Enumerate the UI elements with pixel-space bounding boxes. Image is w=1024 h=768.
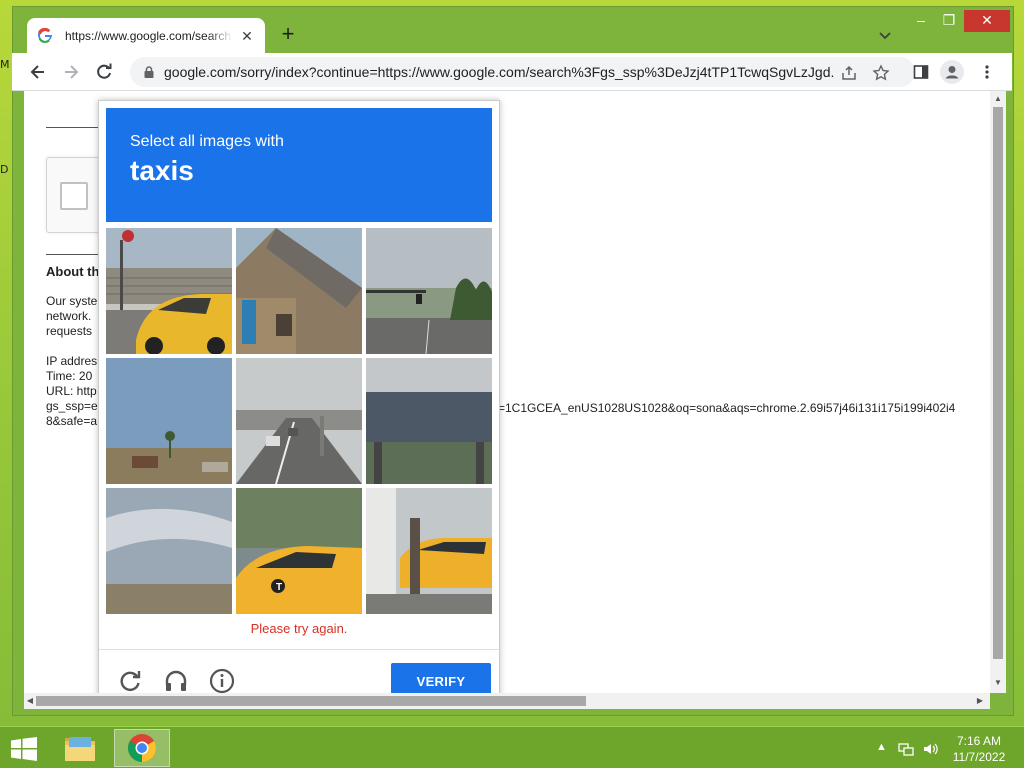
desktop-icon-edge[interactable]: M [0,58,9,72]
scroll-right-arrow-icon[interactable]: ▶ [974,695,986,707]
captcha-tile-4[interactable] [106,358,232,484]
recaptcha-checkbox[interactable] [60,182,88,210]
captcha-tile-2[interactable] [236,228,362,354]
forward-button[interactable] [61,62,81,82]
share-icon[interactable] [840,64,858,82]
file-explorer-icon[interactable] [52,729,108,767]
tab-search-icon[interactable] [876,26,894,44]
recaptcha-checkbox-widget[interactable] [46,157,106,233]
captcha-tile-1[interactable] [106,228,232,354]
tab-close-icon[interactable]: ✕ [239,28,255,44]
scroll-up-arrow-icon[interactable]: ▲ [992,93,1004,105]
url-text[interactable]: google.com/sorry/index?continue=https://… [164,64,834,80]
recaptcha-challenge: Select all images with taxis T Please tr… [98,100,500,693]
url-line: gs_ssp=e [46,399,98,413]
horizontal-scroll-thumb[interactable] [36,696,586,706]
divider [46,127,106,128]
reload-challenge-icon[interactable] [117,668,143,693]
address-bar[interactable]: google.com/sorry/index?continue=https://… [130,57,915,87]
volume-icon[interactable] [922,741,938,757]
audio-challenge-icon[interactable] [163,668,189,693]
page-content: About th Our syste network. requests IP … [24,91,990,693]
url-overflow-text: =1C1GCEA_enUS1028US1028&oq=sona&aqs=chro… [498,401,956,415]
chrome-taskbar-icon[interactable] [114,729,170,767]
tab-strip: https://www.google.com/search?gs_ssp ✕ + [12,13,1012,53]
challenge-prompt: Select all images with [130,133,284,150]
about-heading: About th [46,264,100,279]
svg-text:T: T [276,582,282,593]
challenge-target: taxis [130,155,194,186]
taskbar: ▲ 7:16 AM 11/7/2022 [0,726,1024,768]
info-icon[interactable] [209,668,235,693]
url-line: URL: http [46,384,97,398]
captcha-tile-8[interactable]: T [236,488,362,614]
tray-overflow-icon[interactable]: ▲ [876,741,887,757]
horizontal-scrollbar[interactable]: ◀ ▶ [24,693,990,709]
page-text-line: requests [46,324,93,338]
divider [46,254,106,255]
reload-button[interactable] [94,62,114,82]
windows-start-icon[interactable] [10,737,38,761]
clock-date: 11/7/2022 [952,750,1006,764]
ip-address-line: IP addres [46,354,98,368]
tab-active[interactable]: https://www.google.com/search?gs_ssp ✕ [27,18,265,53]
clock-time: 7:16 AM [956,734,1002,748]
scroll-left-arrow-icon[interactable]: ◀ [24,695,36,707]
browser-toolbar: google.com/sorry/index?continue=https://… [12,53,1012,91]
error-message: Please try again. [250,621,348,636]
system-clock[interactable]: 7:16 AM 11/7/2022 [948,733,1010,765]
captcha-tile-3[interactable] [366,228,492,354]
new-tab-button[interactable]: + [276,23,300,47]
tab-title: https://www.google.com/search?gs_ssp [65,28,233,43]
profile-avatar-icon[interactable] [940,60,964,84]
page-text-line: Our syste [46,294,98,308]
scroll-down-arrow-icon[interactable]: ▼ [992,677,1004,689]
challenge-header: Select all images with taxis [106,108,492,222]
vertical-scrollbar[interactable]: ▲ ▼ [990,91,1006,693]
captcha-tile-6[interactable] [366,358,492,484]
side-panel-icon[interactable] [912,63,930,81]
url-line: 8&safe=a [46,414,98,428]
vertical-scroll-thumb[interactable] [993,107,1003,659]
lock-icon[interactable] [142,65,156,79]
captcha-tile-9[interactable] [366,488,492,614]
google-favicon-icon [37,27,53,44]
challenge-footer: VERIFY [99,649,499,693]
time-line: Time: 20 [46,369,93,383]
verify-button[interactable]: VERIFY [391,663,491,693]
back-button[interactable] [28,62,48,82]
network-icon[interactable] [898,741,914,757]
page-text-line: network. [46,309,92,323]
desktop-icon-edge[interactable]: D [0,163,9,177]
bookmark-star-icon[interactable] [872,64,890,82]
menu-kebab-icon[interactable] [978,63,996,81]
captcha-tile-7[interactable] [106,488,232,614]
captcha-tile-5[interactable] [236,358,362,484]
